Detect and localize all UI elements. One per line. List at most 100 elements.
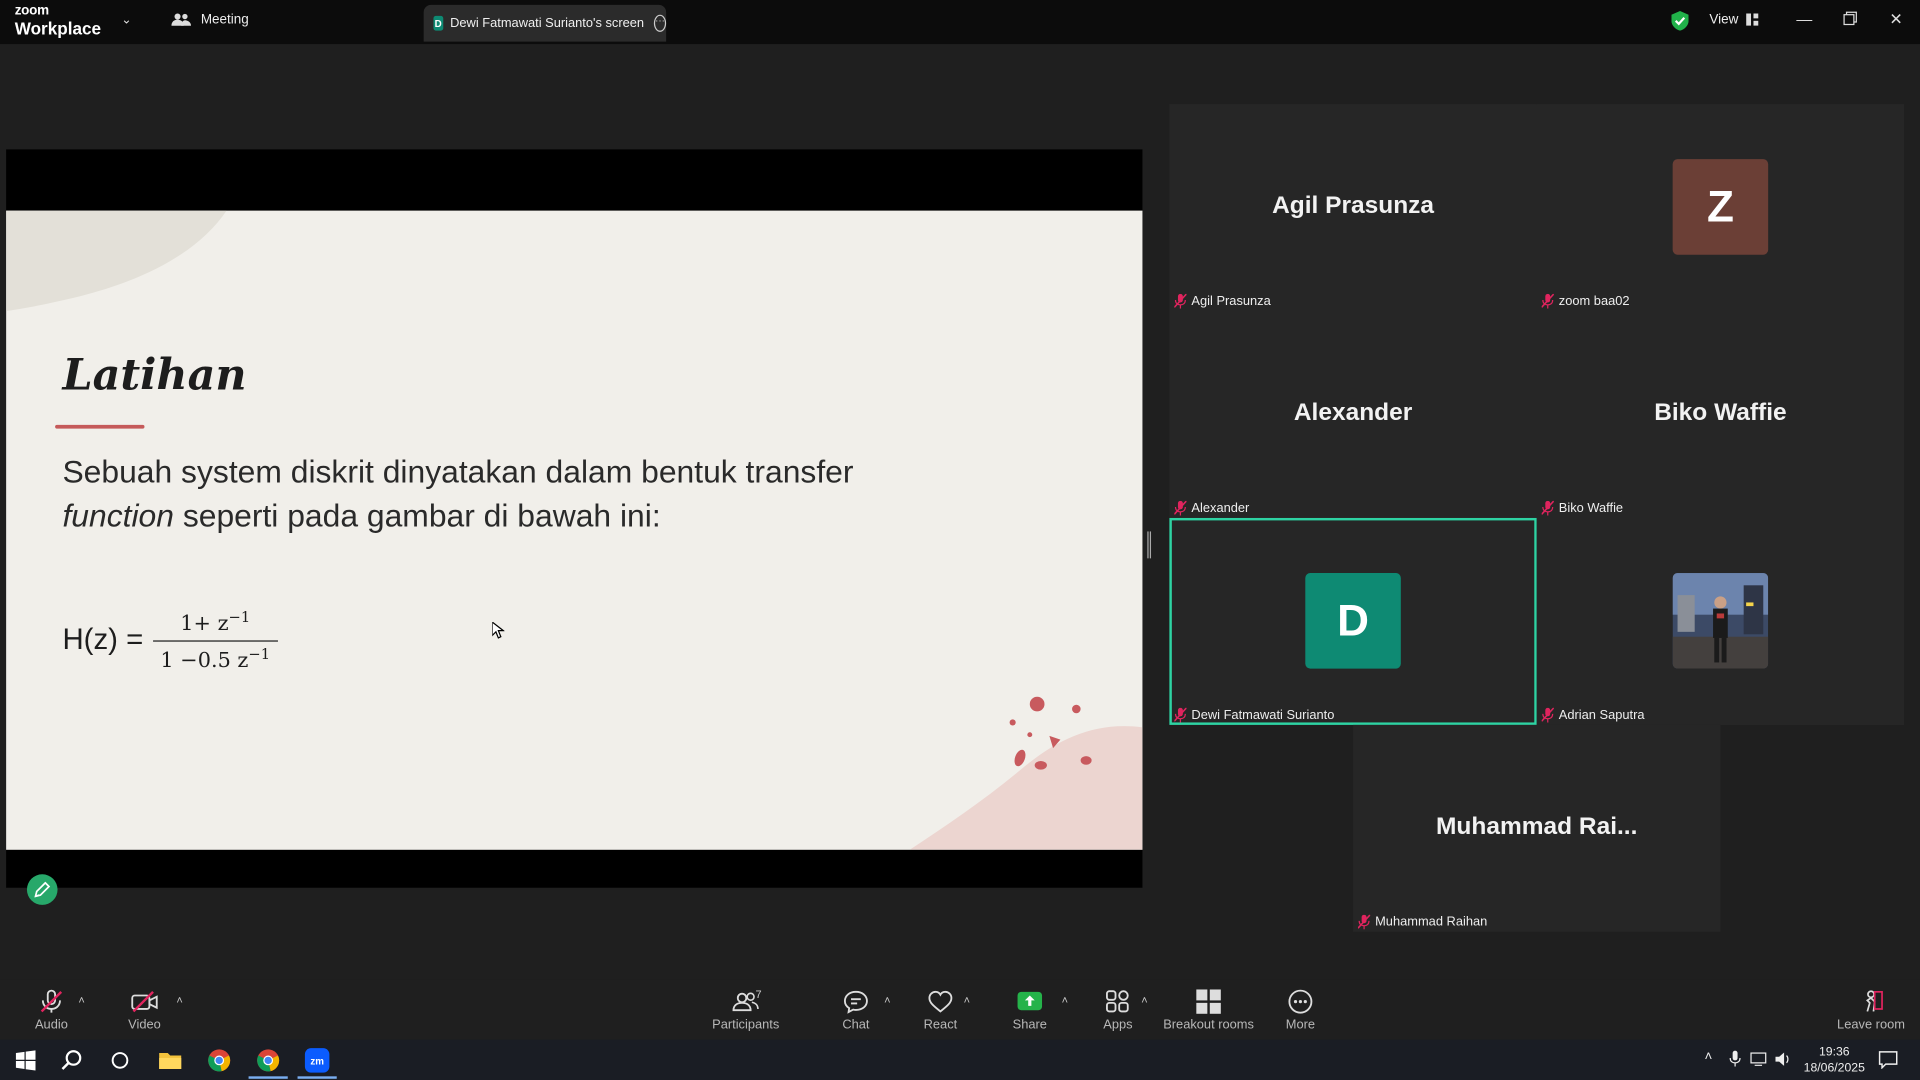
view-button[interactable]: View <box>1709 12 1758 27</box>
leave-room-label: Leave room <box>1837 1017 1905 1033</box>
breakout-rooms-icon <box>1196 989 1221 1014</box>
clock-time: 19:36 <box>1818 1045 1850 1060</box>
leave-room-icon <box>1866 990 1883 1012</box>
windows-taskbar: zm ˄ 19:36 18/06/2025 <box>0 1039 1920 1080</box>
tray-mic-icon[interactable] <box>1729 1050 1741 1068</box>
audio-button[interactable]: Audio <box>15 989 88 1032</box>
slide-title: Latihan <box>62 350 247 401</box>
chat-button[interactable]: Chat <box>819 989 892 1032</box>
annotate-button[interactable] <box>26 874 58 905</box>
participant-name: Dewi Fatmawati Surianto <box>1191 707 1335 723</box>
logo-line2: Workplace <box>14 18 102 38</box>
denominator-text: 1 −0.5 z <box>160 648 249 673</box>
tab-meeting-label: Meeting <box>200 12 249 27</box>
participant-tile[interactable]: Adrian Saputra <box>1536 517 1905 725</box>
network-icon[interactable] <box>1750 1052 1767 1067</box>
participant-name: Adrian Saputra <box>1558 707 1645 723</box>
chat-icon <box>843 990 868 1014</box>
pencil-icon <box>34 881 51 898</box>
participants-count: 7 <box>755 988 762 1001</box>
participant-label: Adrian Saputra <box>1541 707 1645 723</box>
slide-body-line2: function seperti pada gambar di bawah in… <box>62 493 993 537</box>
chevron-down-icon[interactable]: ⌄ <box>121 13 131 26</box>
more-label: More <box>1285 1017 1316 1033</box>
tab-share-label: Dewi Fatmawati Surianto's screen <box>450 15 645 31</box>
react-options-caret[interactable]: ˄ <box>964 994 970 1006</box>
transfer-function-formula: H(z) = 1+ z−1 1 −0.5 z−1 <box>62 608 278 673</box>
shield-check-icon[interactable] <box>1671 11 1689 31</box>
leave-room-button[interactable]: Leave room <box>1834 989 1907 1032</box>
denominator-exponent: −1 <box>248 644 271 663</box>
zoom-window: zoom Workplace ⌄ Meeting D Dewi Fatmawat… <box>0 0 1920 1080</box>
presentation-slide: Latihan Sebuah system diskrit dinyatakan… <box>6 210 1143 850</box>
participant-label: Agil Prasunza <box>1174 293 1271 309</box>
participant-name: Muhammad Raihan <box>1375 914 1488 930</box>
heart-icon <box>928 990 953 1013</box>
search-icon[interactable] <box>59 1047 86 1074</box>
share-button[interactable]: Share <box>993 989 1066 1032</box>
file-explorer-icon[interactable] <box>157 1047 184 1074</box>
more-options-icon[interactable]: ··· <box>653 14 667 32</box>
camera-off-icon <box>131 990 158 1013</box>
zoom-workplace-logo[interactable]: zoom Workplace <box>14 4 102 38</box>
participants-button[interactable]: 7 Participants <box>709 988 782 1033</box>
share-label: Share <box>1012 1017 1047 1033</box>
numerator-exponent: −1 <box>228 608 251 626</box>
active-app-indicator <box>248 1076 288 1079</box>
formula-denominator: 1 −0.5 z−1 <box>153 639 278 673</box>
tray-overflow-icon[interactable]: ˄ <box>1704 1049 1712 1064</box>
participant-tile[interactable]: Biko Waffie Biko Waffie <box>1536 311 1905 518</box>
muted-mic-icon <box>1541 707 1554 723</box>
restore-icon[interactable] <box>1843 11 1858 29</box>
audio-label: Audio <box>34 1017 68 1033</box>
video-options-caret[interactable]: ˄ <box>176 994 182 1006</box>
participant-tile-inner: Muhammad Rai... Muhammad Raihan <box>1353 725 1720 932</box>
participant-display-name: Alexander <box>1293 399 1413 427</box>
participant-label: zoom baa02 <box>1541 293 1630 309</box>
minimize-icon[interactable]: — <box>1796 10 1812 28</box>
shared-screen[interactable]: Latihan Sebuah system diskrit dinyatakan… <box>6 149 1143 888</box>
breakout-rooms-button[interactable]: Breakout rooms <box>1161 989 1257 1032</box>
tab-meeting[interactable]: Meeting <box>171 12 249 27</box>
participant-tile[interactable]: Alexander Alexander <box>1169 311 1537 518</box>
participant-display-name: Biko Waffie <box>1654 399 1787 427</box>
slide-body-line1: Sebuah system diskrit dinyatakan dalam b… <box>62 453 854 490</box>
participant-name: zoom baa02 <box>1558 293 1630 309</box>
apps-options-caret[interactable]: ˄ <box>1141 994 1147 1006</box>
share-options-caret[interactable]: ˄ <box>1062 994 1068 1006</box>
video-label: Video <box>128 1017 161 1033</box>
participant-tile[interactable]: Z zoom baa02 <box>1536 104 1905 312</box>
muted-mic-icon <box>1541 293 1554 309</box>
participant-tile-active-speaker[interactable]: D Dewi Fatmawati Surianto <box>1169 517 1537 725</box>
more-button[interactable]: More <box>1264 989 1337 1032</box>
participant-tile[interactable]: Agil Prasunza Agil Prasunza <box>1169 104 1537 312</box>
participant-tile[interactable]: Muhammad Rai... Muhammad Raihan <box>1353 724 1721 932</box>
participant-name: Alexander <box>1191 500 1250 516</box>
share-screen-icon <box>1017 991 1043 1011</box>
tab-shared-screen[interactable]: D Dewi Fatmawati Surianto's screen ··· <box>423 4 667 42</box>
formula-fraction: 1+ z−1 1 −0.5 z−1 <box>153 608 278 673</box>
taskbar-clock[interactable]: 19:36 18/06/2025 <box>1800 1044 1869 1076</box>
zoom-app-icon[interactable]: zm <box>304 1047 331 1074</box>
chrome-icon[interactable] <box>206 1047 233 1074</box>
clock-date: 18/06/2025 <box>1803 1061 1865 1076</box>
chat-options-caret[interactable]: ˄ <box>884 994 890 1006</box>
participants-label: Participants <box>712 1017 780 1033</box>
muted-mic-icon <box>1174 500 1187 516</box>
body-line2-rest: seperti pada gambar di bawah ini: <box>173 497 661 534</box>
notifications-icon[interactable] <box>1878 1049 1898 1069</box>
formula-lhs: H(z) = <box>62 623 144 657</box>
split-view-divider[interactable] <box>1147 531 1152 559</box>
chrome-active-icon[interactable] <box>255 1047 282 1074</box>
apps-icon <box>1106 990 1129 1013</box>
task-view-icon[interactable] <box>107 1047 134 1074</box>
people-icon <box>171 13 192 26</box>
participant-avatar: Z <box>1672 159 1769 255</box>
windows-start-icon[interactable] <box>12 1047 39 1074</box>
volume-icon[interactable] <box>1774 1051 1791 1068</box>
close-icon[interactable]: ✕ <box>1889 10 1902 30</box>
muted-mic-icon <box>1174 707 1187 723</box>
muted-mic-icon <box>1357 914 1371 930</box>
audio-options-caret[interactable]: ˄ <box>78 994 84 1006</box>
video-button[interactable]: Video <box>108 989 181 1032</box>
